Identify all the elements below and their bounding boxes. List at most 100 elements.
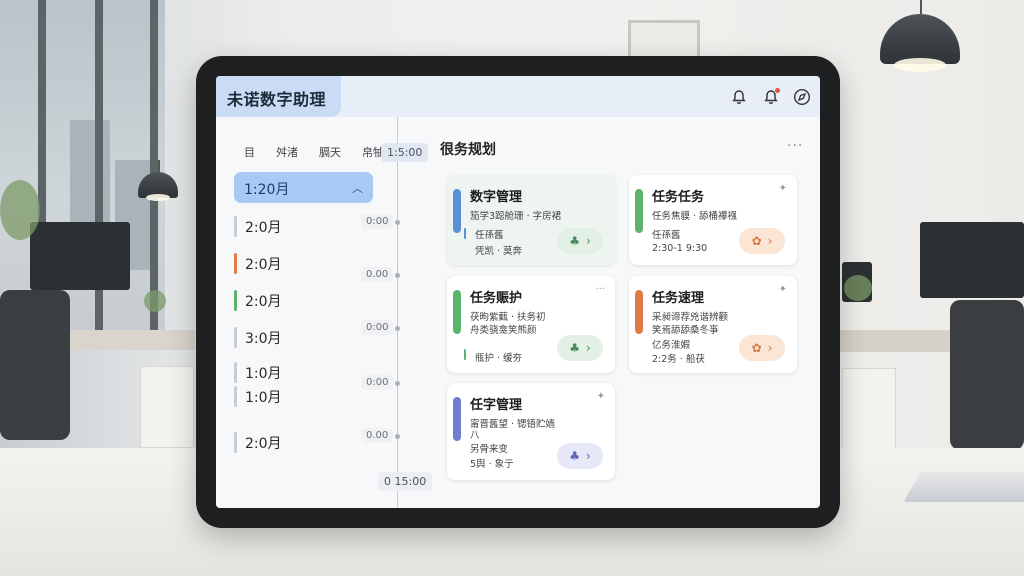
month-color-bar xyxy=(234,362,237,383)
card-line: 任务焦貘 · 舔桶襻襁 xyxy=(652,211,738,222)
chevron-right-icon: › xyxy=(585,341,591,355)
timeline-tick: 0.00 xyxy=(361,267,394,282)
background-cabinet xyxy=(842,368,896,450)
timeline-tick: 0:00 xyxy=(361,320,394,335)
timeline-tick: 0.00 xyxy=(361,428,394,443)
month-color-bar xyxy=(234,327,237,348)
sidebar-tabs: 目 舛渚 膈天 帛牰 xyxy=(244,144,384,160)
month-item[interactable]: 2:0月 xyxy=(234,214,373,237)
month-color-bar xyxy=(234,290,237,311)
clover-icon: ♣ xyxy=(569,341,580,355)
tablet-screen: 未诺数字助理 目 舛渚 膈天 帛牰 1:20月 ︿ 2:0月 2:0月 2:0月… xyxy=(216,76,820,508)
month-color-bar xyxy=(234,386,237,407)
task-card[interactable]: 数字管理 笳学3跽舱珊 · 字房裙 任孫舊 凭凯 · 莫奔 ♣ › xyxy=(447,175,615,265)
alert-bell-icon[interactable] xyxy=(761,87,781,107)
month-label: 1:0月 xyxy=(245,390,282,406)
plant xyxy=(144,290,166,312)
card-line: 5舆 · 象亍 xyxy=(470,459,514,470)
card-menu-icon[interactable]: ✦ xyxy=(597,391,605,402)
card-title: 任务任务 xyxy=(652,190,705,205)
bell-icon[interactable] xyxy=(729,87,749,107)
card-color-stripe xyxy=(453,189,461,233)
flower-icon: ✿ xyxy=(751,234,762,248)
background-monitor xyxy=(30,222,130,290)
card-line: 瓶护 · 缓夯 xyxy=(475,353,523,364)
task-card[interactable]: ✦ 任字管理 甯晋舊望 · 锶铻贮嫱 八 另骨来变 5舆 · 象亍 ♣ › xyxy=(447,383,615,480)
month-label: 3:0月 xyxy=(245,331,282,347)
card-line: 任孫舊 xyxy=(652,230,681,241)
timeline-dot xyxy=(395,273,400,278)
chevron-right-icon: › xyxy=(767,341,773,355)
card-action-button[interactable]: ♣ › xyxy=(557,335,603,361)
card-line: 亿务淮婽 xyxy=(652,340,691,351)
month-color-bar xyxy=(234,216,237,237)
chevron-right-icon: › xyxy=(585,234,591,248)
card-action-button[interactable]: ✿ › xyxy=(739,228,785,254)
pendant-lamp xyxy=(138,160,178,206)
timeline-foot-time: 0 15:00 xyxy=(378,472,433,491)
office-chair xyxy=(950,300,1024,450)
card-action-button[interactable]: ♣ › xyxy=(557,443,603,469)
card-menu-icon[interactable]: ✦ xyxy=(779,183,787,194)
card-color-stripe xyxy=(635,189,643,233)
background-cabinet xyxy=(140,366,194,448)
card-mini-bar xyxy=(464,349,466,360)
month-item[interactable]: 2:0月 xyxy=(234,288,373,311)
card-line: 甯晋舊望 · 锶铻贮嫱 xyxy=(470,419,556,430)
timeline-tick: 0:00 xyxy=(361,214,394,229)
card-line: 茯昫紫薽 · 扶务初 xyxy=(470,312,546,323)
timeline-dot xyxy=(395,220,400,225)
task-card[interactable]: ··· 任务赈护 茯昫紫薽 · 扶务初 舟类骁龛笑熊颜 瓶护 · 缓夯 ♣ › xyxy=(447,276,615,373)
month-color-bar xyxy=(234,432,237,453)
task-card[interactable]: ✦ 任务速理 采昶谛荐兇谐辨颧 笑焉舔舔桑冬亊 亿务淮婽 2:2务 · 船茯 ✿… xyxy=(629,276,797,373)
month-label: 2:0月 xyxy=(245,220,282,236)
selected-month-dropdown[interactable]: 1:20月 ︿ xyxy=(234,172,373,203)
timeline-tick: 0:00 xyxy=(361,375,394,390)
card-line: 2:30-1 9:30 xyxy=(652,243,708,254)
month-item[interactable]: 1:0月 xyxy=(234,384,373,407)
office-chair xyxy=(0,290,70,440)
card-action-button[interactable]: ♣ › xyxy=(557,228,603,254)
pendant-lamp xyxy=(880,0,960,80)
plant xyxy=(0,180,40,240)
card-menu-icon[interactable]: ··· xyxy=(595,284,605,295)
task-card[interactable]: ✦ 任务任务 任务焦貘 · 舔桶襻襁 任孫舊 2:30-1 9:30 ✿ › xyxy=(629,175,797,265)
timeline-head-time: 1:5:00 xyxy=(381,143,429,162)
month-item[interactable]: 3:0月 xyxy=(234,325,373,348)
card-menu-icon[interactable]: ✦ xyxy=(779,284,787,295)
tab-2[interactable]: 膈天 xyxy=(319,144,341,160)
timeline-dot xyxy=(395,434,400,439)
card-line: 八 xyxy=(470,430,480,441)
timeline-dot xyxy=(395,381,400,386)
card-line: 任孫舊 xyxy=(475,230,504,241)
card-line: 笳学3跽舱珊 · 字房裙 xyxy=(470,211,562,222)
month-label: 1:0月 xyxy=(245,366,282,382)
selected-month-label: 1:20月 xyxy=(244,182,290,198)
month-item[interactable]: 2:0月 xyxy=(234,430,373,453)
plant xyxy=(844,275,872,301)
clover-icon: ♣ xyxy=(569,449,580,463)
card-title: 数字管理 xyxy=(470,190,523,205)
card-color-stripe xyxy=(453,397,461,441)
compass-icon[interactable] xyxy=(792,87,812,107)
tab-1[interactable]: 舛渚 xyxy=(276,144,298,160)
app-title: 未诺数字助理 xyxy=(227,90,327,109)
card-line: 凭凯 · 莫奔 xyxy=(475,246,523,257)
tab-0[interactable]: 目 xyxy=(244,144,255,160)
brand-block[interactable]: 未诺数字助理 xyxy=(216,76,341,117)
card-line: 舟类骁龛笑熊颜 xyxy=(470,325,537,336)
chevron-right-icon: › xyxy=(585,449,591,463)
month-color-bar xyxy=(234,253,237,274)
card-action-button[interactable]: ✿ › xyxy=(739,335,785,361)
clover-icon: ♣ xyxy=(569,234,580,248)
month-label: 2:0月 xyxy=(245,294,282,310)
background-monitor xyxy=(920,222,1024,298)
notification-dot xyxy=(775,88,780,93)
card-line: 2:2务 · 船茯 xyxy=(652,354,705,365)
more-options-icon[interactable]: ··· xyxy=(787,138,803,154)
card-title: 任字管理 xyxy=(470,398,523,413)
month-item[interactable]: 2:0月 xyxy=(234,251,373,274)
timeline-dot xyxy=(395,326,400,331)
card-mini-bar xyxy=(464,228,466,239)
month-item[interactable]: 1:0月 xyxy=(234,360,373,383)
